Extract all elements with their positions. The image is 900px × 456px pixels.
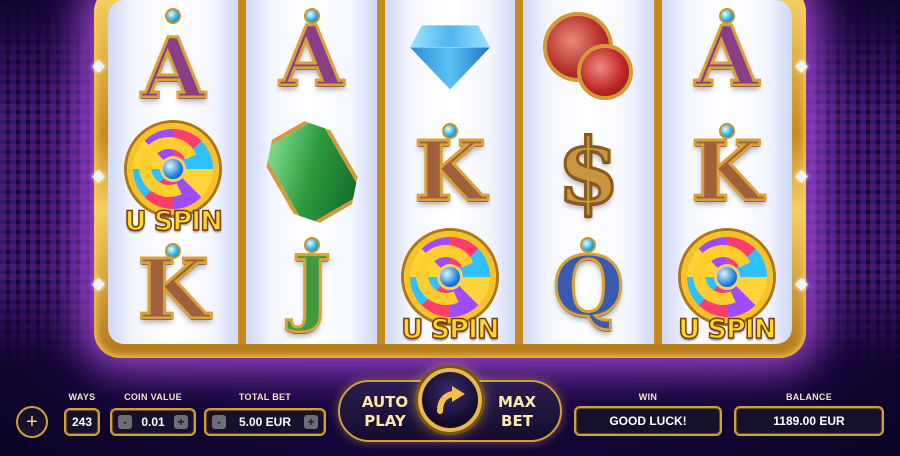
win-label: WIN	[638, 392, 658, 402]
balance-value: 1189.00 EUR	[734, 406, 884, 436]
reel-cell: A	[662, 0, 792, 115]
reel-cell	[523, 0, 653, 115]
reel-cell: Q	[523, 229, 653, 344]
max-bet-label-1: MAX	[497, 393, 537, 411]
symbol-ruby	[543, 12, 634, 102]
reel-grid: AU SPIN K A J K U SPIN $ Q A K U SPIN	[108, 0, 792, 344]
symbol-k: K	[413, 124, 487, 220]
symbol-k: K	[690, 124, 764, 220]
max-bet-label-2: BET	[501, 412, 533, 430]
autoplay-button[interactable]: AUTO PLAY	[352, 393, 418, 431]
symbol-emerald	[256, 112, 368, 232]
frame-diamond-icon	[795, 60, 808, 73]
uspin-label: U SPIN	[677, 313, 777, 344]
ways-label: WAYS	[68, 392, 96, 402]
symbol-uspin-wild: U SPIN	[671, 230, 783, 344]
reel-cell: K	[385, 115, 515, 230]
symbol-diamond	[404, 25, 496, 90]
plus-icon: +	[26, 410, 38, 433]
coin-value-increase-button[interactable]: +	[173, 415, 188, 429]
symbol-uspin-wild: U SPIN	[117, 123, 229, 238]
symbol-j: J	[291, 238, 333, 335]
reel-cell: K	[108, 235, 238, 344]
wheel-hub-icon	[437, 263, 464, 290]
win-value: GOOD LUCK!	[574, 406, 722, 436]
symbol-a: A	[278, 9, 345, 106]
reel-cell: A	[246, 0, 376, 115]
coin-value-field: - 0.01 +	[110, 408, 196, 436]
reel-cell: A	[108, 0, 238, 123]
uspin-label: U SPIN	[124, 205, 224, 238]
total-bet-value: 5.00 EUR	[238, 415, 292, 429]
frame-diamond-icon	[795, 278, 808, 291]
curved-arrow-icon	[437, 386, 465, 414]
total-bet-decrease-button[interactable]: -	[212, 415, 226, 429]
reel-cell: U SPIN	[108, 123, 238, 238]
autoplay-label-1: AUTO	[361, 393, 409, 411]
reel-cell	[246, 115, 376, 230]
symbol-q: Q	[551, 238, 625, 335]
frame-diamond-icon	[92, 60, 105, 73]
reel-cell: U SPIN	[662, 229, 792, 344]
pixel-lights-right	[790, 0, 900, 366]
coin-value-label: COIN VALUE	[124, 392, 182, 402]
uspin-label: U SPIN	[401, 313, 501, 344]
reel-2: AJ	[246, 0, 377, 344]
menu-plus-button[interactable]: +	[16, 406, 48, 438]
wheel-hub-icon	[713, 263, 740, 290]
coin-value: 0.01	[141, 415, 165, 429]
frame-diamond-icon	[92, 170, 105, 183]
reel-cell: J	[246, 229, 376, 344]
reel-cell: U SPIN	[385, 229, 515, 344]
reel-4: $ Q	[523, 0, 654, 344]
spin-button[interactable]	[418, 368, 482, 432]
symbol-k: K	[136, 241, 210, 338]
frame-diamond-icon	[92, 278, 105, 291]
reel-3: K U SPIN	[384, 0, 516, 344]
balance-label: BALANCE	[785, 392, 833, 402]
symbol-a: A	[694, 9, 761, 106]
ways-value: 243	[64, 408, 100, 436]
reel-cell: $	[523, 115, 653, 230]
symbol-dollar: $	[556, 119, 622, 225]
reel-5: AK U SPIN	[661, 0, 792, 344]
reel-frame: AU SPIN K A J K U SPIN $ Q A K U SPIN	[92, 0, 808, 358]
reel-1: A U SPIN K	[108, 0, 239, 344]
reel-cell	[385, 0, 515, 115]
frame-diamond-icon	[795, 170, 808, 183]
total-bet-increase-button[interactable]: +	[304, 415, 318, 429]
reel-cell: K	[662, 115, 792, 230]
total-bet-field: - 5.00 EUR +	[204, 408, 326, 436]
autoplay-label-2: PLAY	[364, 412, 406, 430]
symbol-a: A	[140, 20, 207, 117]
coin-value-decrease-button[interactable]: -	[118, 415, 132, 429]
symbol-uspin-wild: U SPIN	[394, 230, 506, 344]
max-bet-button[interactable]: MAX BET	[484, 393, 550, 431]
total-bet-label: TOTAL BET	[238, 392, 292, 402]
